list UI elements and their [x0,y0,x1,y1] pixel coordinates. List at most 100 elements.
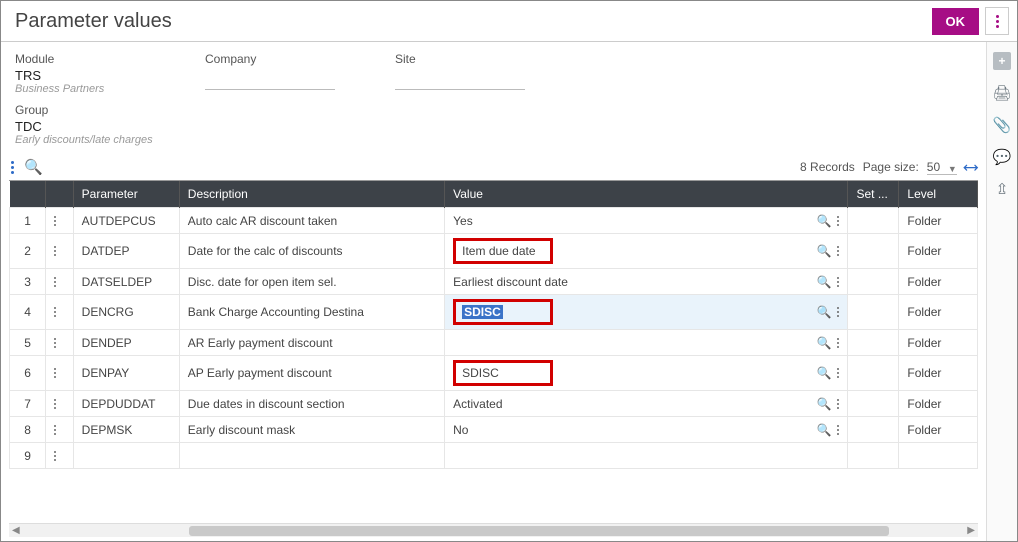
scroll-thumb[interactable] [189,526,889,536]
table-row[interactable]: 3DATSELDEPDisc. date for open item sel.E… [10,269,978,295]
value-text: Activated [453,397,810,411]
set-cell [848,208,899,234]
highlight-box: SDISC [453,360,553,386]
set-cell [848,443,899,469]
lookup-icon[interactable]: 🔍 [817,423,832,437]
site-input[interactable] [395,72,525,90]
vertical-dots-icon [54,368,65,378]
value-cell[interactable]: Activated 🔍 [445,391,848,417]
col-set[interactable]: Set ... [848,181,899,208]
row-menu-button[interactable] [46,443,74,469]
row-menu-button[interactable] [46,269,74,295]
row-menu-button[interactable] [46,330,74,356]
set-cell [848,356,899,391]
level-cell: Folder [899,295,978,330]
row-menu-button[interactable] [46,295,74,330]
parameter-cell[interactable]: DATDEP [73,234,179,269]
col-value[interactable]: Value [445,181,848,208]
value-menu-icon[interactable] [837,338,839,348]
comment-icon[interactable]: 💬 [993,148,1012,166]
value-menu-icon[interactable] [837,216,839,226]
ok-button[interactable]: OK [932,8,980,35]
parameter-cell[interactable]: DEPDUDDAT [73,391,179,417]
search-icon[interactable]: 🔍 [24,158,43,176]
value-menu-icon[interactable] [837,368,839,378]
lookup-icon[interactable]: 🔍 [817,397,832,411]
value-menu-icon[interactable] [837,277,839,287]
value-text: Yes [453,214,810,228]
value-cell[interactable]: Yes 🔍 [445,208,848,234]
description-cell: AP Early payment discount [179,356,444,391]
parameter-cell[interactable]: DEPMSK [73,417,179,443]
row-menu-button[interactable] [46,234,74,269]
table-row[interactable]: 8DEPMSKEarly discount maskNo🔍Folder [10,417,978,443]
value-cell[interactable] [445,443,848,469]
set-cell [848,330,899,356]
table-row[interactable]: 7DEPDUDDATDue dates in discount sectionA… [10,391,978,417]
vertical-dots-icon [54,307,65,317]
parameter-cell[interactable]: DENPAY [73,356,179,391]
level-cell: Folder [899,356,978,391]
row-menu-button[interactable] [46,417,74,443]
pagesize-select[interactable]: 50 ▼ [927,160,957,175]
grid-menu-icon[interactable] [11,161,14,174]
level-cell [899,443,978,469]
set-cell [848,391,899,417]
export-icon[interactable]: ⇫ [996,180,1009,198]
row-number: 2 [10,234,46,269]
row-menu-button[interactable] [46,356,74,391]
vertical-dots-icon [54,277,65,287]
value-cell[interactable]: Item due date🔍 [445,234,848,269]
value-menu-icon[interactable] [837,307,839,317]
col-parameter[interactable]: Parameter [73,181,179,208]
parameter-cell[interactable]: DATSELDEP [73,269,179,295]
value-cell[interactable]: SDISC🔍 [445,295,848,330]
value-menu-icon[interactable] [837,246,839,256]
value-menu-icon[interactable] [837,425,839,435]
title-bar: Parameter values OK [1,1,1017,42]
attachment-icon[interactable]: 📎 [993,116,1012,134]
row-menu-button[interactable] [46,208,74,234]
parameter-cell[interactable] [73,443,179,469]
expand-icon[interactable]: ⤢ [960,157,980,177]
group-field-row: Group TDC Early discounts/late charges [1,99,986,154]
table-row[interactable]: 4DENCRGBank Charge Accounting DestinaSDI… [10,295,978,330]
col-description[interactable]: Description [179,181,444,208]
scroll-right-icon[interactable]: ▶ [967,525,975,536]
table-row[interactable]: 1AUTDEPCUSAuto calc AR discount takenYes… [10,208,978,234]
description-cell: Early discount mask [179,417,444,443]
page-title: Parameter values [15,10,172,33]
group-value: TDC [15,119,972,134]
parameter-cell[interactable]: DENDEP [73,330,179,356]
value-cell[interactable]: Earliest discount date🔍 [445,269,848,295]
table-row[interactable]: 6 DENPAYAP Early payment discount SDISC 🔍 Fo… [10,356,978,391]
col-level[interactable]: Level [899,181,978,208]
table-row[interactable]: 5DENDEPAR Early payment discount🔍Folder [10,330,978,356]
parameter-cell[interactable]: AUTDEPCUS [73,208,179,234]
row-number: 6 [10,356,46,391]
scroll-left-icon[interactable]: ◀ [12,525,20,536]
lookup-icon[interactable]: 🔍 [817,244,832,258]
parameter-cell[interactable]: DENCRG [73,295,179,330]
add-icon[interactable]: + [993,52,1011,70]
company-input[interactable] [205,72,335,90]
horizontal-scrollbar[interactable]: ◀ ▶ [9,523,978,537]
print-icon[interactable]: 🖨 [992,84,1011,102]
lookup-icon[interactable]: 🔍 [817,366,832,380]
more-actions-button[interactable] [985,7,1009,35]
lookup-icon[interactable]: 🔍 [817,305,832,319]
value-menu-icon[interactable] [837,399,839,409]
lookup-icon[interactable]: 🔍 [817,275,832,289]
group-label: Group [15,103,972,117]
table-row[interactable]: 9 [10,443,978,469]
table-row[interactable]: 2DATDEPDate for the calc of discountsIte… [10,234,978,269]
lookup-icon[interactable]: 🔍 [817,336,832,350]
level-cell: Folder [899,417,978,443]
lookup-icon[interactable]: 🔍 [817,214,832,228]
company-field: Company [205,52,335,90]
value-cell[interactable]: SDISC 🔍 [445,356,848,391]
value-cell[interactable]: 🔍 [445,330,848,356]
row-menu-button[interactable] [46,391,74,417]
value-cell[interactable]: No🔍 [445,417,848,443]
level-cell: Folder [899,330,978,356]
